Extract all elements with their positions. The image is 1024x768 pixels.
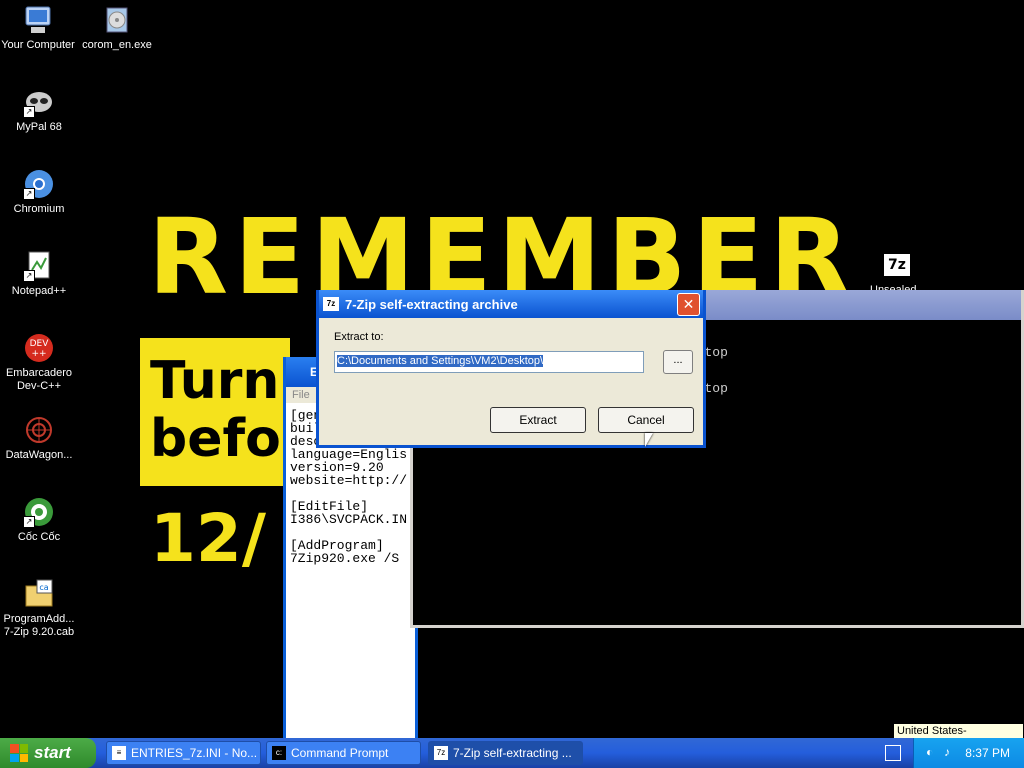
- desktop-icon-label: MyPal 68: [16, 121, 62, 133]
- cab-archive-icon: ca: [23, 578, 55, 610]
- shortcut-arrow-icon: ↗: [23, 106, 35, 118]
- shortcut-arrow-icon: ↗: [23, 516, 35, 528]
- desktop-icon-chromium[interactable]: ↗ Chromium: [0, 168, 79, 216]
- desktop-icon-coccoc[interactable]: ↗ Cốc Cốc: [0, 496, 79, 544]
- extract-button[interactable]: Extract: [490, 407, 586, 433]
- taskbar-button-cmd[interactable]: c: Command Prompt: [266, 741, 421, 765]
- shortcut-arrow-icon: ↗: [23, 270, 35, 282]
- raccoon-icon: ↗: [23, 86, 55, 118]
- sevenzip-icon: 7z: [323, 297, 339, 311]
- clock[interactable]: 8:37 PM: [965, 746, 1010, 760]
- notepad-icon: ≡: [112, 746, 126, 760]
- dialog-title: 7-Zip self-extracting archive: [345, 296, 518, 312]
- desktop-icon-label: Cốc Cốc: [17, 531, 61, 543]
- devcpp-icon: DEV ++: [23, 332, 55, 364]
- extract-to-label: Extract to:: [334, 331, 384, 343]
- extract-path-input[interactable]: C:\Documents and Settings\VM2\Desktop\: [334, 351, 644, 373]
- desktop-icon-label: DataWagon...: [5, 449, 73, 461]
- taskbar-button-7zip[interactable]: 7z 7-Zip self-extracting ...: [428, 741, 583, 765]
- svg-text:DEV: DEV: [30, 339, 50, 349]
- chromium-icon: ↗: [23, 168, 55, 200]
- desktop-icon-label: Embarcadero Dev-C++: [5, 367, 73, 392]
- network-icon[interactable]: ◐: [926, 745, 933, 759]
- desktop-icon-cab[interactable]: ca ProgramAdd... 7-Zip 9.20.cab: [0, 578, 79, 639]
- windows-flag-icon: [10, 744, 28, 762]
- desktop-icon-label: Chromium: [13, 203, 65, 215]
- desktop-icon-devcpp[interactable]: DEV ++ Embarcadero Dev-C++: [0, 332, 79, 393]
- mouse-cursor-icon: [645, 433, 653, 447]
- taskbar-button-label: ENTRIES_7z.INI - No...: [131, 746, 258, 760]
- desktop-icon-notepadpp[interactable]: ↗ Notepad++: [0, 250, 79, 298]
- desktop-icon-mypal[interactable]: ↗ MyPal 68: [0, 86, 79, 134]
- coccoc-icon: ↗: [23, 496, 55, 528]
- keyboard-layout-icon[interactable]: [885, 745, 901, 761]
- taskbar: start ≡ ENTRIES_7z.INI - No... c: Comman…: [0, 738, 1024, 768]
- sevenzip-dialog[interactable]: 7z 7-Zip self-extracting archive ✕ Extra…: [316, 290, 706, 448]
- desktop-icon-label: Your Computer: [1, 39, 75, 51]
- shortcut-arrow-icon: ↗: [23, 188, 35, 200]
- cancel-button[interactable]: Cancel: [598, 407, 694, 433]
- wallpaper-7z-tile[interactable]: 7z: [884, 254, 910, 276]
- sevenzip-icon: 7z: [434, 746, 448, 760]
- datawagon-icon: [23, 414, 55, 446]
- desktop-icon-label: Notepad++: [11, 285, 67, 297]
- system-tray: ◐ ♪ 8:37 PM: [913, 738, 1024, 768]
- start-label: start: [34, 743, 71, 762]
- svg-text:++: ++: [31, 349, 46, 359]
- desktop-icon-label: corom_en.exe: [82, 39, 152, 51]
- notepadpp-icon: ↗: [23, 250, 55, 282]
- desktop-icon-label: ProgramAdd... 7-Zip 9.20.cab: [3, 613, 75, 638]
- desktop-icon-corom[interactable]: corom_en.exe: [77, 4, 157, 52]
- extract-path-value: C:\Documents and Settings\VM2\Desktop\: [337, 355, 544, 367]
- browse-button[interactable]: ...: [663, 350, 693, 374]
- wallpaper-date: 12/: [150, 500, 266, 577]
- start-button[interactable]: start: [0, 738, 96, 768]
- svg-text:ca: ca: [39, 583, 48, 592]
- desktop-icon-your-computer[interactable]: Your Computer: [0, 4, 78, 52]
- taskbar-button-label: Command Prompt: [291, 746, 389, 760]
- close-button[interactable]: ✕: [677, 293, 700, 316]
- taskbar-button-label: 7-Zip self-extracting ...: [453, 746, 572, 760]
- desktop-icon-datawagon[interactable]: DataWagon...: [0, 414, 79, 462]
- installer-icon: [101, 4, 133, 36]
- cmd-icon: c:: [272, 746, 286, 760]
- speaker-icon[interactable]: ♪: [944, 745, 950, 759]
- dialog-title-bar[interactable]: 7z 7-Zip self-extracting archive: [319, 290, 703, 318]
- taskbar-button-notepad[interactable]: ≡ ENTRIES_7z.INI - No...: [106, 741, 261, 765]
- computer-icon: [22, 4, 54, 36]
